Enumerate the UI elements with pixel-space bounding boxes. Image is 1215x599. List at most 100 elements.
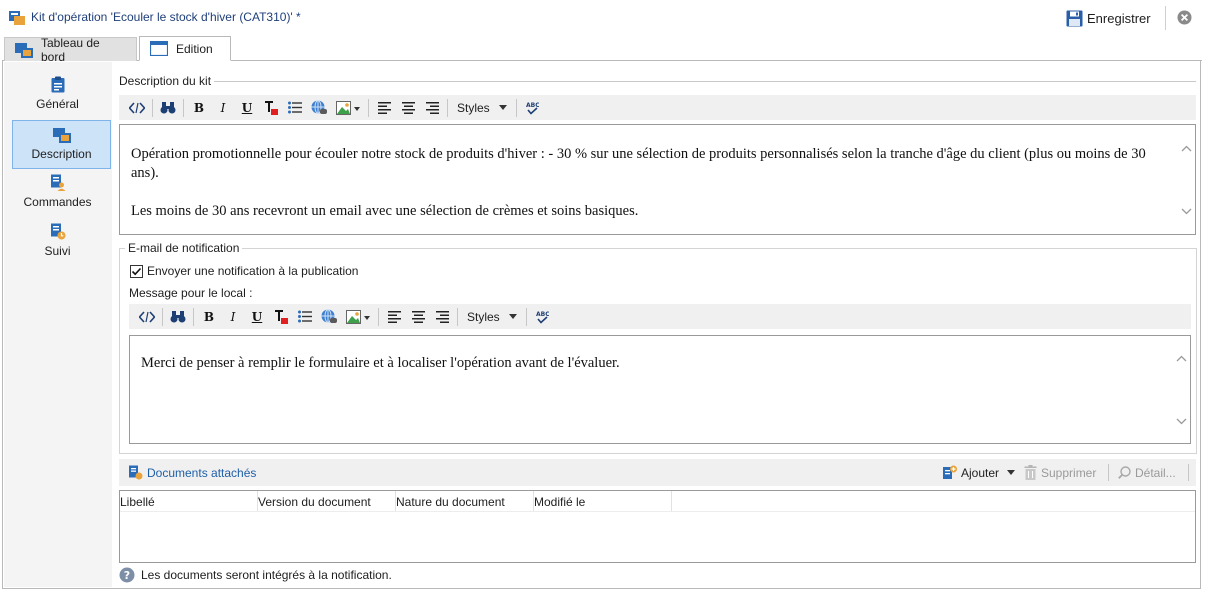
binoculars-icon <box>160 101 176 114</box>
column-header-version[interactable]: Version du document <box>258 495 371 509</box>
insert-image-button[interactable] <box>331 97 365 119</box>
chevron-down-icon <box>1007 470 1016 475</box>
align-center-button[interactable] <box>406 306 430 328</box>
notify-checkbox-label: Envoyer une notification à la publicatio… <box>147 264 359 278</box>
align-right-icon <box>435 310 449 323</box>
source-code-icon <box>129 101 145 114</box>
align-left-icon <box>377 101 391 114</box>
align-center-icon <box>411 310 425 323</box>
sidebar-item-tracking[interactable]: Suivi <box>8 217 107 266</box>
description-paragraph: Opération promotionnelle pour écouler no… <box>131 146 1146 181</box>
toolbar-separator <box>152 98 153 117</box>
spellcheck-icon: ABC <box>535 310 549 324</box>
description-scrollbar[interactable] <box>1178 125 1195 234</box>
toolbar-separator <box>1108 464 1109 481</box>
column-header-nature[interactable]: Nature du document <box>396 495 505 509</box>
attached-documents-icon <box>128 465 143 480</box>
add-document-button[interactable]: Ajouter <box>942 459 1016 486</box>
operation-kit-icon <box>9 9 25 25</box>
scroll-down-icon[interactable] <box>1176 418 1187 425</box>
spellcheck-button[interactable]: ABC <box>520 97 544 119</box>
insert-image-button[interactable] <box>341 306 375 328</box>
scroll-up-icon[interactable] <box>1181 145 1192 152</box>
align-right-button[interactable] <box>430 306 454 328</box>
chevron-down-icon <box>509 314 517 319</box>
bullet-list-icon <box>288 101 302 114</box>
underline-button[interactable]: U <box>235 97 259 119</box>
message-label: Message pour le local : <box>129 286 253 300</box>
notification-section-title: E-mail de notification <box>125 241 243 255</box>
styles-dropdown[interactable]: Styles <box>453 98 511 118</box>
title-divider <box>1165 6 1166 30</box>
sidebar-item-label: Général <box>36 97 79 111</box>
spellcheck-button[interactable]: ABC <box>530 306 554 328</box>
column-header-modified[interactable]: Modifié le <box>534 495 585 509</box>
insert-link-button[interactable] <box>307 97 331 119</box>
description-editor[interactable]: Opération promotionnelle pour écouler no… <box>119 124 1196 235</box>
find-button[interactable] <box>166 306 190 328</box>
delete-document-button[interactable]: Supprimer <box>1024 459 1096 486</box>
save-icon <box>1066 10 1083 27</box>
bullet-list-button[interactable] <box>283 97 307 119</box>
notify-checkbox[interactable] <box>130 264 143 278</box>
styles-dropdown-label: Styles <box>467 309 500 324</box>
toolbar-separator <box>526 307 527 326</box>
underline-icon: U <box>241 100 253 115</box>
document-detail-button[interactable]: Détail... <box>1118 459 1176 486</box>
sidebar-item-general[interactable]: Général <box>8 70 107 119</box>
bold-button[interactable]: B <box>187 97 211 119</box>
bullet-list-button[interactable] <box>293 306 317 328</box>
help-icon: ? <box>119 567 135 583</box>
description-text: Opération promotionnelle pour écouler no… <box>131 145 1161 221</box>
italic-icon: I <box>220 100 226 115</box>
save-button[interactable]: Enregistrer <box>1066 6 1151 30</box>
italic-button[interactable]: I <box>211 97 235 119</box>
trash-icon <box>1024 465 1037 480</box>
tab-dashboard[interactable]: Tableau de bord <box>4 36 137 64</box>
styles-dropdown-label: Styles <box>457 100 490 115</box>
align-center-button[interactable] <box>396 97 420 119</box>
close-icon <box>1177 10 1192 25</box>
sidebar-item-label: Commandes <box>23 195 92 209</box>
underline-button[interactable]: U <box>245 306 269 328</box>
column-header-label[interactable]: Libellé <box>120 495 155 509</box>
column-divider <box>671 491 672 511</box>
styles-dropdown[interactable]: Styles <box>463 307 521 327</box>
text-color-icon <box>274 309 288 324</box>
scroll-up-icon[interactable] <box>1176 355 1187 362</box>
align-left-button[interactable] <box>372 97 396 119</box>
svg-text:?: ? <box>124 569 130 582</box>
clipboard-icon <box>51 76 65 93</box>
align-left-button[interactable] <box>382 306 406 328</box>
italic-button[interactable]: I <box>221 306 245 328</box>
scroll-down-icon[interactable] <box>1181 208 1192 215</box>
table-header-divider <box>120 511 1195 512</box>
message-editor[interactable]: Merci de penser à remplir le formulaire … <box>129 335 1191 444</box>
delete-document-label: Supprimer <box>1041 465 1097 480</box>
bold-button[interactable]: B <box>197 306 221 328</box>
documents-toolbar: Documents attachés Ajouter Supprimer Dét… <box>119 459 1196 486</box>
find-button[interactable] <box>156 97 180 119</box>
documents-footer-note: Les documents seront intégrés à la notif… <box>141 568 392 582</box>
tab-edition[interactable]: Edition <box>139 36 231 61</box>
align-right-button[interactable] <box>420 97 444 119</box>
tab-edition-label: Edition <box>176 41 213 56</box>
insert-link-button[interactable] <box>317 306 341 328</box>
sidebar-item-label: Description <box>31 147 92 161</box>
sidebar-item-description[interactable]: Description <box>12 120 111 169</box>
bullet-list-icon <box>298 310 312 323</box>
notify-on-publish-option[interactable]: Envoyer une notification à la publicatio… <box>130 264 358 278</box>
toolbar-separator <box>457 307 458 326</box>
source-code-button[interactable] <box>135 306 159 328</box>
text-color-button[interactable] <box>259 97 283 119</box>
sidebar-item-orders[interactable]: Commandes <box>8 168 107 217</box>
text-color-button[interactable] <box>269 306 293 328</box>
documents-footer: ? Les documents seront intégrés à la not… <box>119 567 392 583</box>
message-scrollbar[interactable] <box>1173 336 1190 443</box>
add-document-icon <box>942 465 957 481</box>
sidebar-item-label: Suivi <box>44 244 71 258</box>
toolbar-separator <box>1188 464 1189 481</box>
source-code-button[interactable] <box>125 97 149 119</box>
description-section-line <box>119 81 1196 82</box>
close-button[interactable] <box>1177 10 1192 25</box>
